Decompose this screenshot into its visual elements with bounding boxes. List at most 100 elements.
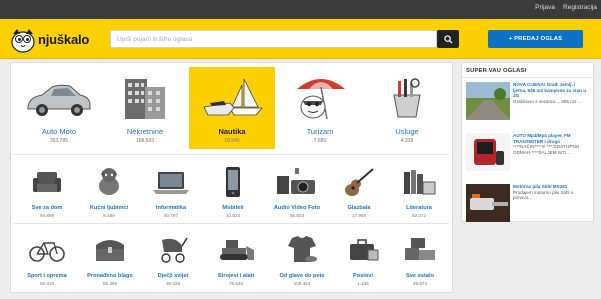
- ad-title: NOVA CIJENA! Građ. zemlj. i ljetna, 545 …: [513, 82, 587, 99]
- post-ad-button[interactable]: + PREDAJ OGLAS: [488, 30, 583, 48]
- bulldozer-icon: [220, 240, 254, 260]
- category-count: 1.436: [357, 281, 369, 286]
- category-label: Pronađeno blago: [87, 273, 133, 279]
- search-input[interactable]: Upiši pojam ili šifru oglasa: [110, 30, 437, 48]
- category-count: 7.680: [313, 138, 327, 144]
- category-label: Nekretnine: [126, 127, 164, 136]
- category-sport-i-oprema[interactable]: Sport i oprema 50.319: [17, 226, 77, 290]
- ad-thumbnail: [466, 82, 510, 120]
- category-pronadeno-blago[interactable]: Pronađeno blago 55.369: [79, 226, 141, 290]
- categories-panel: Auto Moto 363.785 Nekretnine 168.503 Nau…: [10, 62, 453, 293]
- category-count: 40.823: [225, 213, 241, 218]
- category-strojevi-i-alati[interactable]: Strojevi i alati 75.640: [205, 226, 267, 290]
- phone-icon: [226, 167, 240, 197]
- category-label: Sve ostalo: [406, 273, 434, 279]
- category-auto-moto[interactable]: Auto Moto 363.785: [17, 67, 101, 149]
- category-label: Informatika: [155, 205, 187, 211]
- category-label: Literatura: [406, 205, 432, 211]
- category-sve-ostalo[interactable]: Sve ostalo 29.673: [391, 226, 449, 290]
- boat-icon: [203, 78, 263, 116]
- category-label: Kućni ljubimci: [89, 205, 129, 211]
- ad-thumbnail: [466, 133, 510, 171]
- login-link[interactable]: Prijava: [535, 4, 555, 11]
- guitar-icon: [345, 168, 374, 196]
- category-count: 50.319: [39, 281, 55, 286]
- featured-ads-title: SUPER VAU OGLASI: [462, 63, 593, 78]
- featured-ad[interactable]: Motorna pila Stihl MS261 Prodajem motorn…: [466, 184, 592, 222]
- category-count: 80.797: [163, 213, 179, 218]
- category-count: 4.339: [400, 138, 414, 144]
- featured-ads-panel: SUPER VAU OGLASI NOVA CIJENA! Građ. zeml…: [461, 62, 594, 222]
- account-links: Prijava Registracija: [535, 4, 597, 11]
- category-count: 17.956: [351, 213, 367, 218]
- search-icon: [443, 34, 453, 44]
- category-glazbala[interactable]: Glazbala 17.956: [331, 158, 387, 220]
- category-count: 38.029: [165, 281, 181, 286]
- category-label: Poslovi: [353, 273, 373, 279]
- category-nekretnine[interactable]: Nekretnine 168.503: [103, 67, 187, 149]
- category-count: 82.372: [411, 213, 427, 218]
- category-label: Nautika: [218, 127, 246, 136]
- register-link[interactable]: Registracija: [563, 4, 597, 11]
- category-label: Usluge: [395, 127, 419, 136]
- category-label: Turizam: [306, 127, 334, 136]
- owl-mascot-icon: [11, 29, 35, 53]
- featured-ad[interactable]: NOVA CIJENA! Građ. zemlj. i ljetna, 545 …: [466, 82, 592, 122]
- ad-description: Grašinovo s vezama ... 405 m2 ...: [513, 98, 582, 104]
- category-kucni-ljubimci[interactable]: Kućni ljubimci 8.488: [79, 158, 139, 220]
- boxes-icon: [405, 238, 435, 260]
- category-poslovi[interactable]: Poslovi 1.436: [337, 226, 389, 290]
- featured-ad[interactable]: AUTO Mp3/Mp4 player, FM TRANSMITER i dru…: [466, 133, 592, 173]
- divider: [14, 154, 449, 155]
- category-count: 56.603: [289, 213, 305, 218]
- category-od-glave-do-pete[interactable]: Od glave do pete 109.464: [269, 226, 335, 290]
- ad-title: AUTO Mp3/Mp4 player, FM TRANSMITER i dru…: [513, 133, 571, 144]
- ad-description: Prodajem motornu pilu Stihl u ponovo...: [513, 189, 574, 201]
- ad-description: ****NAČIN****!!! *** DOSTUPNO ODMAH ****…: [513, 144, 580, 155]
- category-mobiteli[interactable]: Mobiteli 40.823: [203, 158, 263, 220]
- clothes-icon: [288, 236, 317, 262]
- bicycle-icon: [29, 242, 65, 262]
- category-label: Sve za dom: [31, 205, 63, 211]
- category-count: 18.945: [224, 138, 240, 144]
- category-djecji-svijet[interactable]: Dječji svijet 38.029: [143, 226, 203, 290]
- category-sve-za-dom[interactable]: Sve za dom 94.898: [17, 158, 77, 220]
- ad-thumbnail: [466, 184, 510, 222]
- category-label: Mobiteli: [222, 205, 244, 211]
- category-usluge[interactable]: Usluge 4.339: [365, 67, 449, 149]
- tools-icon: [393, 78, 421, 118]
- car-icon: [27, 84, 91, 116]
- category-count: 168.503: [135, 138, 155, 144]
- category-count: 29.673: [412, 281, 428, 286]
- top-bar: Prijava Registracija: [0, 0, 601, 19]
- category-count: 363.785: [49, 138, 69, 144]
- category-count: 55.369: [102, 281, 118, 286]
- category-informatika[interactable]: Informatika 80.797: [141, 158, 201, 220]
- category-label: Strojevi i alati: [217, 273, 255, 279]
- category-count: 109.464: [293, 281, 311, 286]
- beach-icon: [297, 79, 345, 120]
- briefcase-icon: [350, 239, 379, 261]
- logo[interactable]: njuškalo: [8, 25, 108, 53]
- treasure-chest-icon: [96, 240, 124, 261]
- category-nautika[interactable]: Nautika 18.945: [189, 67, 275, 149]
- divider: [14, 223, 449, 224]
- category-count: 75.640: [228, 281, 244, 286]
- camera-icon: ♪: [277, 168, 315, 194]
- books-icon: [404, 170, 436, 195]
- category-label: Glazbala: [347, 205, 371, 211]
- category-label: Dječji svijet: [157, 273, 189, 279]
- pets-icon: [99, 168, 119, 195]
- stroller-icon: [161, 237, 188, 263]
- laptop-icon: [153, 172, 189, 194]
- header: njuškalo Upiši pojam ili šifru oglasa + …: [0, 19, 601, 59]
- category-audio-video-foto[interactable]: ♪ Audio Video Foto 56.603: [265, 158, 329, 220]
- building-icon: [125, 79, 165, 119]
- category-literatura[interactable]: Literatura 82.372: [389, 158, 449, 220]
- armchair-icon: [33, 172, 61, 192]
- category-label: Audio Video Foto: [273, 205, 321, 211]
- category-count: 94.898: [39, 213, 55, 218]
- category-turizam[interactable]: Turizam 7.680: [277, 67, 363, 149]
- category-label: Od glave do pete: [279, 273, 325, 279]
- search-button[interactable]: [437, 30, 459, 48]
